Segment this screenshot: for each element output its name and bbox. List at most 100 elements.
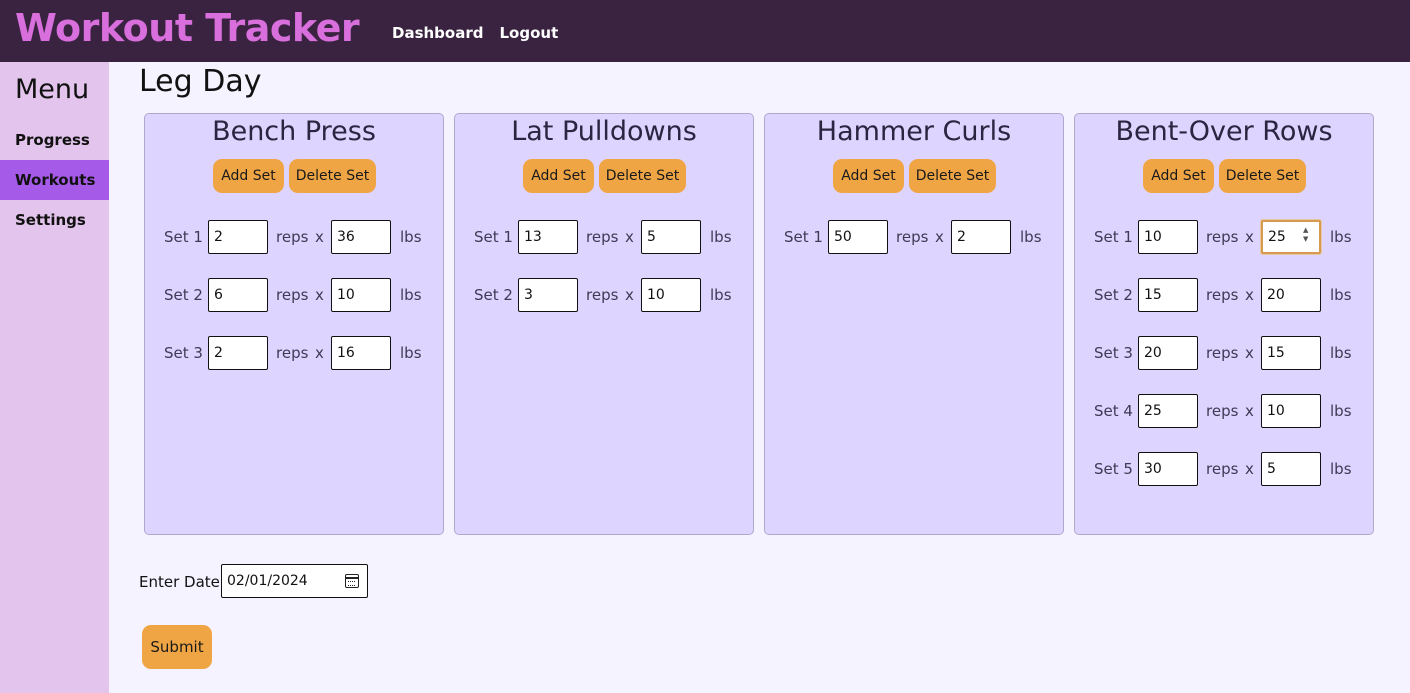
reps-input[interactable] xyxy=(1138,452,1198,486)
weight-input[interactable] xyxy=(641,278,701,312)
weight-input[interactable] xyxy=(331,220,391,254)
reps-label: reps xyxy=(1206,460,1239,478)
set-row: Set 2 repsx lbs xyxy=(455,278,753,312)
weight-input[interactable] xyxy=(1261,278,1321,312)
times-label: x xyxy=(1245,286,1254,304)
sidebar-item-workouts[interactable]: Workouts xyxy=(0,160,109,200)
set-label: Set 3 xyxy=(164,344,203,362)
exercise-card: Bench PressAdd SetDelete SetSet 1repsxlb… xyxy=(144,113,444,535)
reps-input[interactable] xyxy=(1138,336,1198,370)
lbs-label: lbs xyxy=(1020,228,1042,246)
set-row: Set 5 repsx lbs xyxy=(1075,452,1373,486)
exercise-card: Hammer Curls Add SetDelete Set Set 1 repsx l… xyxy=(764,113,1064,535)
weight-input[interactable] xyxy=(331,278,391,312)
lbs-label: lbs xyxy=(400,286,422,304)
add-set-button[interactable]: Add Set xyxy=(1143,159,1214,193)
reps-input[interactable] xyxy=(208,220,268,254)
times-label: x xyxy=(1245,228,1254,246)
reps-input[interactable] xyxy=(208,336,268,370)
reps-label: reps xyxy=(276,286,309,304)
add-set-button[interactable]: Add Set xyxy=(213,159,284,193)
lbs-label: lbs xyxy=(1330,228,1352,246)
sidebar-item-settings[interactable]: Settings xyxy=(0,200,109,240)
reps-label: reps xyxy=(1206,344,1239,362)
set-row: Set 2 repsx lbs xyxy=(145,278,443,312)
reps-input[interactable] xyxy=(1138,220,1198,254)
weight-input[interactable] xyxy=(951,220,1011,254)
app-title: Workout Tracker xyxy=(15,6,360,50)
lbs-label: lbs xyxy=(1330,460,1352,478)
add-set-button[interactable]: Add Set xyxy=(833,159,904,193)
times-label: x xyxy=(315,344,324,362)
reps-input[interactable] xyxy=(208,278,268,312)
times-label: x xyxy=(935,228,944,246)
set-row: Set 3 repsx lbs xyxy=(145,336,443,370)
delete-set-button[interactable]: Delete Set xyxy=(289,159,376,193)
reps-label: reps xyxy=(586,286,619,304)
reps-input[interactable] xyxy=(518,278,578,312)
add-set-button[interactable]: Add Set xyxy=(523,159,594,193)
reps-label: reps xyxy=(586,228,619,246)
lbs-label: lbs xyxy=(1330,344,1352,362)
weight-input[interactable] xyxy=(1261,452,1321,486)
sidebar: Menu Progress Workouts Settings xyxy=(0,62,109,693)
weight-input[interactable] xyxy=(1261,336,1321,370)
reps-input[interactable] xyxy=(1138,278,1198,312)
weight-input[interactable] xyxy=(1261,394,1321,428)
set-label: Set 2 xyxy=(1094,286,1133,304)
set-row: Set 4 repsx lbs xyxy=(1075,394,1373,428)
top-bar: Workout Tracker Dashboard Logout xyxy=(0,0,1410,62)
weight-input[interactable] xyxy=(641,220,701,254)
set-row: Set 2 repsx lbs xyxy=(1075,278,1373,312)
lbs-label: lbs xyxy=(1330,286,1352,304)
times-label: x xyxy=(625,228,634,246)
lbs-label: lbs xyxy=(1330,402,1352,420)
set-label: Set 5 xyxy=(1094,460,1133,478)
times-label: x xyxy=(1245,460,1254,478)
logout-link[interactable]: Logout xyxy=(499,24,558,42)
submit-button[interactable]: Submit xyxy=(142,625,212,669)
date-label: Enter Date: xyxy=(139,573,225,591)
exercise-title: Bent-Over Rows xyxy=(1115,116,1333,147)
reps-label: reps xyxy=(896,228,929,246)
times-label: x xyxy=(315,228,324,246)
delete-set-button[interactable]: Delete Set xyxy=(909,159,996,193)
times-label: x xyxy=(315,286,324,304)
reps-label: reps xyxy=(1206,286,1239,304)
page-title: Leg Day xyxy=(139,64,262,99)
exercise-card: Lat PulldownsAdd SetDelete SetSet 1repsx… xyxy=(454,113,754,535)
nav-links: Dashboard Logout xyxy=(392,24,558,42)
reps-input[interactable] xyxy=(828,220,888,254)
set-label: Set 1 xyxy=(784,228,823,246)
sidebar-item-progress[interactable]: Progress xyxy=(0,120,109,160)
set-row: Set 1 repsx lbs xyxy=(145,220,443,254)
reps-label: reps xyxy=(1206,402,1239,420)
reps-input[interactable] xyxy=(518,220,578,254)
lbs-label: lbs xyxy=(710,228,732,246)
set-label: Set 1 xyxy=(1094,228,1133,246)
set-row: Set 1 repsx lbs xyxy=(455,220,753,254)
reps-label: reps xyxy=(1206,228,1239,246)
delete-set-button[interactable]: Delete Set xyxy=(1219,159,1306,193)
exercise-title: Hammer Curls xyxy=(816,116,1012,147)
reps-label: reps xyxy=(276,344,309,362)
set-label: Set 3 xyxy=(1094,344,1133,362)
menu-title: Menu xyxy=(15,74,90,105)
set-row: Set 1repsx▲▼lbs xyxy=(1075,220,1373,254)
lbs-label: lbs xyxy=(710,286,732,304)
times-label: x xyxy=(625,286,634,304)
calendar-icon[interactable] xyxy=(345,574,359,588)
reps-label: reps xyxy=(276,228,309,246)
exercise-card: Bent-Over Rows Add SetDelete Set Set 1 reps… xyxy=(1074,113,1374,535)
lbs-label: lbs xyxy=(400,228,422,246)
lbs-label: lbs xyxy=(400,344,422,362)
weight-input[interactable] xyxy=(331,336,391,370)
reps-input[interactable] xyxy=(1138,394,1198,428)
delete-set-button[interactable]: Delete Set xyxy=(599,159,686,193)
dashboard-link[interactable]: Dashboard xyxy=(392,24,483,42)
set-label: Set 1 xyxy=(164,228,203,246)
set-row: Set 3 repsx lbs xyxy=(1075,336,1373,370)
times-label: x xyxy=(1245,402,1254,420)
set-label: Set 2 xyxy=(474,286,513,304)
exercise-title: Bench Press xyxy=(212,116,376,147)
